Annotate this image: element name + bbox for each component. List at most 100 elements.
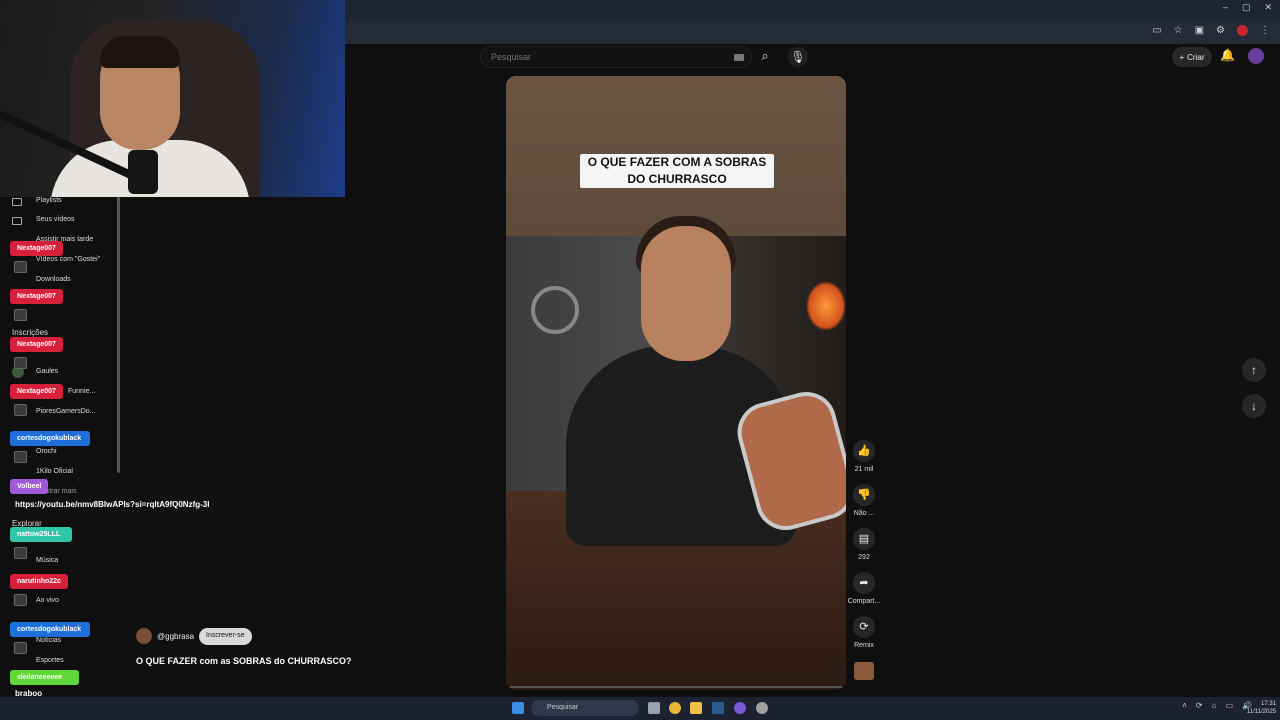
search-button[interactable]: ⌕ — [754, 48, 776, 66]
file-explorer-icon[interactable] — [690, 702, 702, 714]
sidebar-sub-funnie[interactable]: Funnie... — [68, 388, 95, 395]
video-title[interactable]: O QUE FAZER com as SOBRAS do CHURRASCO? — [136, 656, 352, 666]
clock-date: 11/11/2025 — [1246, 709, 1276, 715]
obs-icon[interactable] — [756, 702, 768, 714]
subscribe-button[interactable]: Inscrever-se — [199, 628, 252, 645]
webcam-overlay — [0, 0, 345, 197]
sidebar-sub-gaules[interactable]: Gaules — [36, 368, 58, 375]
like-button[interactable]: 👍 21 mil — [852, 440, 876, 473]
arrow-up-icon: ↑ — [1251, 363, 1257, 377]
arrow-down-icon: ↓ — [1251, 399, 1257, 413]
task-view-icon[interactable] — [648, 702, 660, 714]
profile-avatar[interactable] — [1237, 25, 1248, 36]
sidebar-item-your-videos[interactable]: Seus vídeos — [36, 216, 75, 223]
sidebar-sub-orochi[interactable]: Orochi — [36, 448, 57, 455]
thumbs-down-icon: 👎 — [853, 484, 875, 506]
search-input[interactable]: Pesquisar — [480, 46, 752, 68]
video-caption: O QUE FAZER COM A SOBRAS DO CHURRASCO — [580, 154, 774, 188]
start-icon[interactable] — [512, 702, 524, 714]
create-label: Criar — [1187, 52, 1205, 62]
comments-button[interactable]: ▤ 292 — [852, 528, 876, 561]
remix-label: Remix — [854, 642, 874, 649]
chat-username: Nextage007 — [10, 337, 63, 352]
sidebar-scrollbar[interactable] — [117, 197, 120, 473]
sound-thumbnail[interactable] — [854, 662, 874, 680]
discord-icon[interactable] — [734, 702, 746, 714]
chrome-icon[interactable] — [669, 702, 681, 714]
voice-search-button[interactable]: 🎙 — [788, 47, 808, 67]
network-icon[interactable]: ⌂ — [1212, 701, 1217, 710]
keyboard-icon[interactable] — [734, 54, 744, 61]
sidebar-item-live[interactable]: Ao vivo — [36, 597, 59, 604]
chevron-up-icon[interactable]: ˄ — [1182, 701, 1187, 710]
remix-icon: ⟳ — [853, 616, 875, 638]
sidebar-item-music[interactable]: Música — [36, 557, 58, 564]
chat-avatar — [14, 594, 27, 606]
chat-username: Nextage007 — [10, 384, 63, 399]
extensions-icon[interactable]: ▣ — [1195, 25, 1204, 36]
comments-count: 292 — [858, 554, 870, 561]
comment-icon: ▤ — [853, 528, 875, 550]
display-icon[interactable]: ▭ — [1225, 701, 1233, 710]
remix-button[interactable]: ⟳ Remix — [852, 616, 876, 649]
taskbar-clock[interactable]: 17:31 11/11/2025 — [1247, 700, 1276, 716]
account-avatar[interactable] — [1248, 48, 1264, 64]
chat-avatar — [14, 404, 27, 416]
video-progress-bar[interactable] — [510, 686, 842, 688]
share-button[interactable]: ➦ Compart... — [848, 572, 880, 605]
thumbs-up-icon: 👍 — [853, 440, 875, 462]
bookmark-star-icon[interactable]: ☆ — [1174, 25, 1183, 36]
channel-avatar[interactable] — [136, 628, 152, 644]
sidebar-item-downloads[interactable]: Downloads — [36, 276, 71, 283]
chat-avatar — [14, 451, 27, 463]
playlists-icon — [12, 198, 22, 206]
notifications-bell-icon[interactable]: 🔔 — [1220, 48, 1235, 62]
window-controls: – ▢ ✕ — [1223, 2, 1280, 13]
chat-username: Volbeel — [10, 479, 49, 494]
mic-icon: 🎙 — [790, 50, 806, 64]
chat-username: nattow25LLL — [10, 527, 72, 542]
chat-avatar — [14, 357, 27, 369]
sidebar-item-sports[interactable]: Esportes — [36, 657, 64, 664]
tune-icon[interactable]: ⚙ — [1216, 25, 1225, 36]
browser-toolbar-icons: ▭ ☆ ▣ ⚙ ⋮ — [1152, 25, 1270, 36]
chat-username: sleilaneeeeee — [10, 670, 79, 685]
next-short-button[interactable]: ↓ — [1242, 394, 1266, 418]
chat-username: cortesdogokublack — [10, 431, 90, 446]
like-count: 21 mil — [854, 466, 874, 473]
browser-menu-icon[interactable]: ⋮ — [1260, 25, 1270, 36]
maximize-button[interactable]: ▢ — [1242, 2, 1251, 13]
steam-icon[interactable] — [712, 702, 724, 714]
share-icon: ➦ — [853, 572, 875, 594]
create-button[interactable]: + Criar — [1172, 47, 1212, 67]
chat-avatar — [14, 642, 27, 654]
chat-username: Nextage007 — [10, 241, 63, 256]
channel-name[interactable]: @ggbrasa — [157, 632, 194, 641]
chat-avatar — [14, 309, 27, 321]
dislike-button[interactable]: 👎 Não ... — [852, 484, 876, 517]
cast-icon[interactable]: ▭ — [1152, 25, 1161, 36]
subscriptions-heading[interactable]: Inscrições — [12, 328, 48, 337]
close-window-button[interactable]: ✕ — [1264, 2, 1272, 13]
chat-username: cortesdogokublack — [10, 622, 90, 637]
search-icon: ⌕ — [761, 48, 769, 63]
sidebar-item-liked-videos[interactable]: Vídeos com "Gostei" — [36, 256, 100, 263]
chat-message-link: https://youtu.be/nmv8BIwAPIs?si=rqltA9fQ… — [10, 496, 215, 514]
dislike-label: Não ... — [853, 510, 875, 517]
previous-short-button[interactable]: ↑ — [1242, 358, 1266, 382]
sidebar-sub-1kilo[interactable]: 1Kilo Oficial — [36, 468, 73, 475]
sidebar-item-playlists[interactable]: Playlists — [36, 197, 62, 204]
taskbar-search-input[interactable]: Pesquisar — [531, 700, 639, 716]
chat-avatar — [14, 261, 27, 273]
clock-time: 17:31 — [1260, 701, 1276, 707]
chat-username: Nextage007 — [10, 289, 63, 304]
minimize-button[interactable]: – — [1223, 2, 1228, 13]
chat-username: narutinho22c — [10, 574, 68, 589]
windows-taskbar — [0, 697, 1280, 720]
browser-toolbar — [345, 20, 1280, 44]
sidebar-item-news[interactable]: Notícias — [36, 637, 61, 644]
sidebar-sub-pioresgamers[interactable]: PioresGamersDo... — [36, 408, 96, 415]
plus-icon: + — [1179, 52, 1185, 62]
share-label: Compart... — [847, 598, 881, 605]
sync-icon[interactable]: ⟳ — [1196, 701, 1203, 710]
